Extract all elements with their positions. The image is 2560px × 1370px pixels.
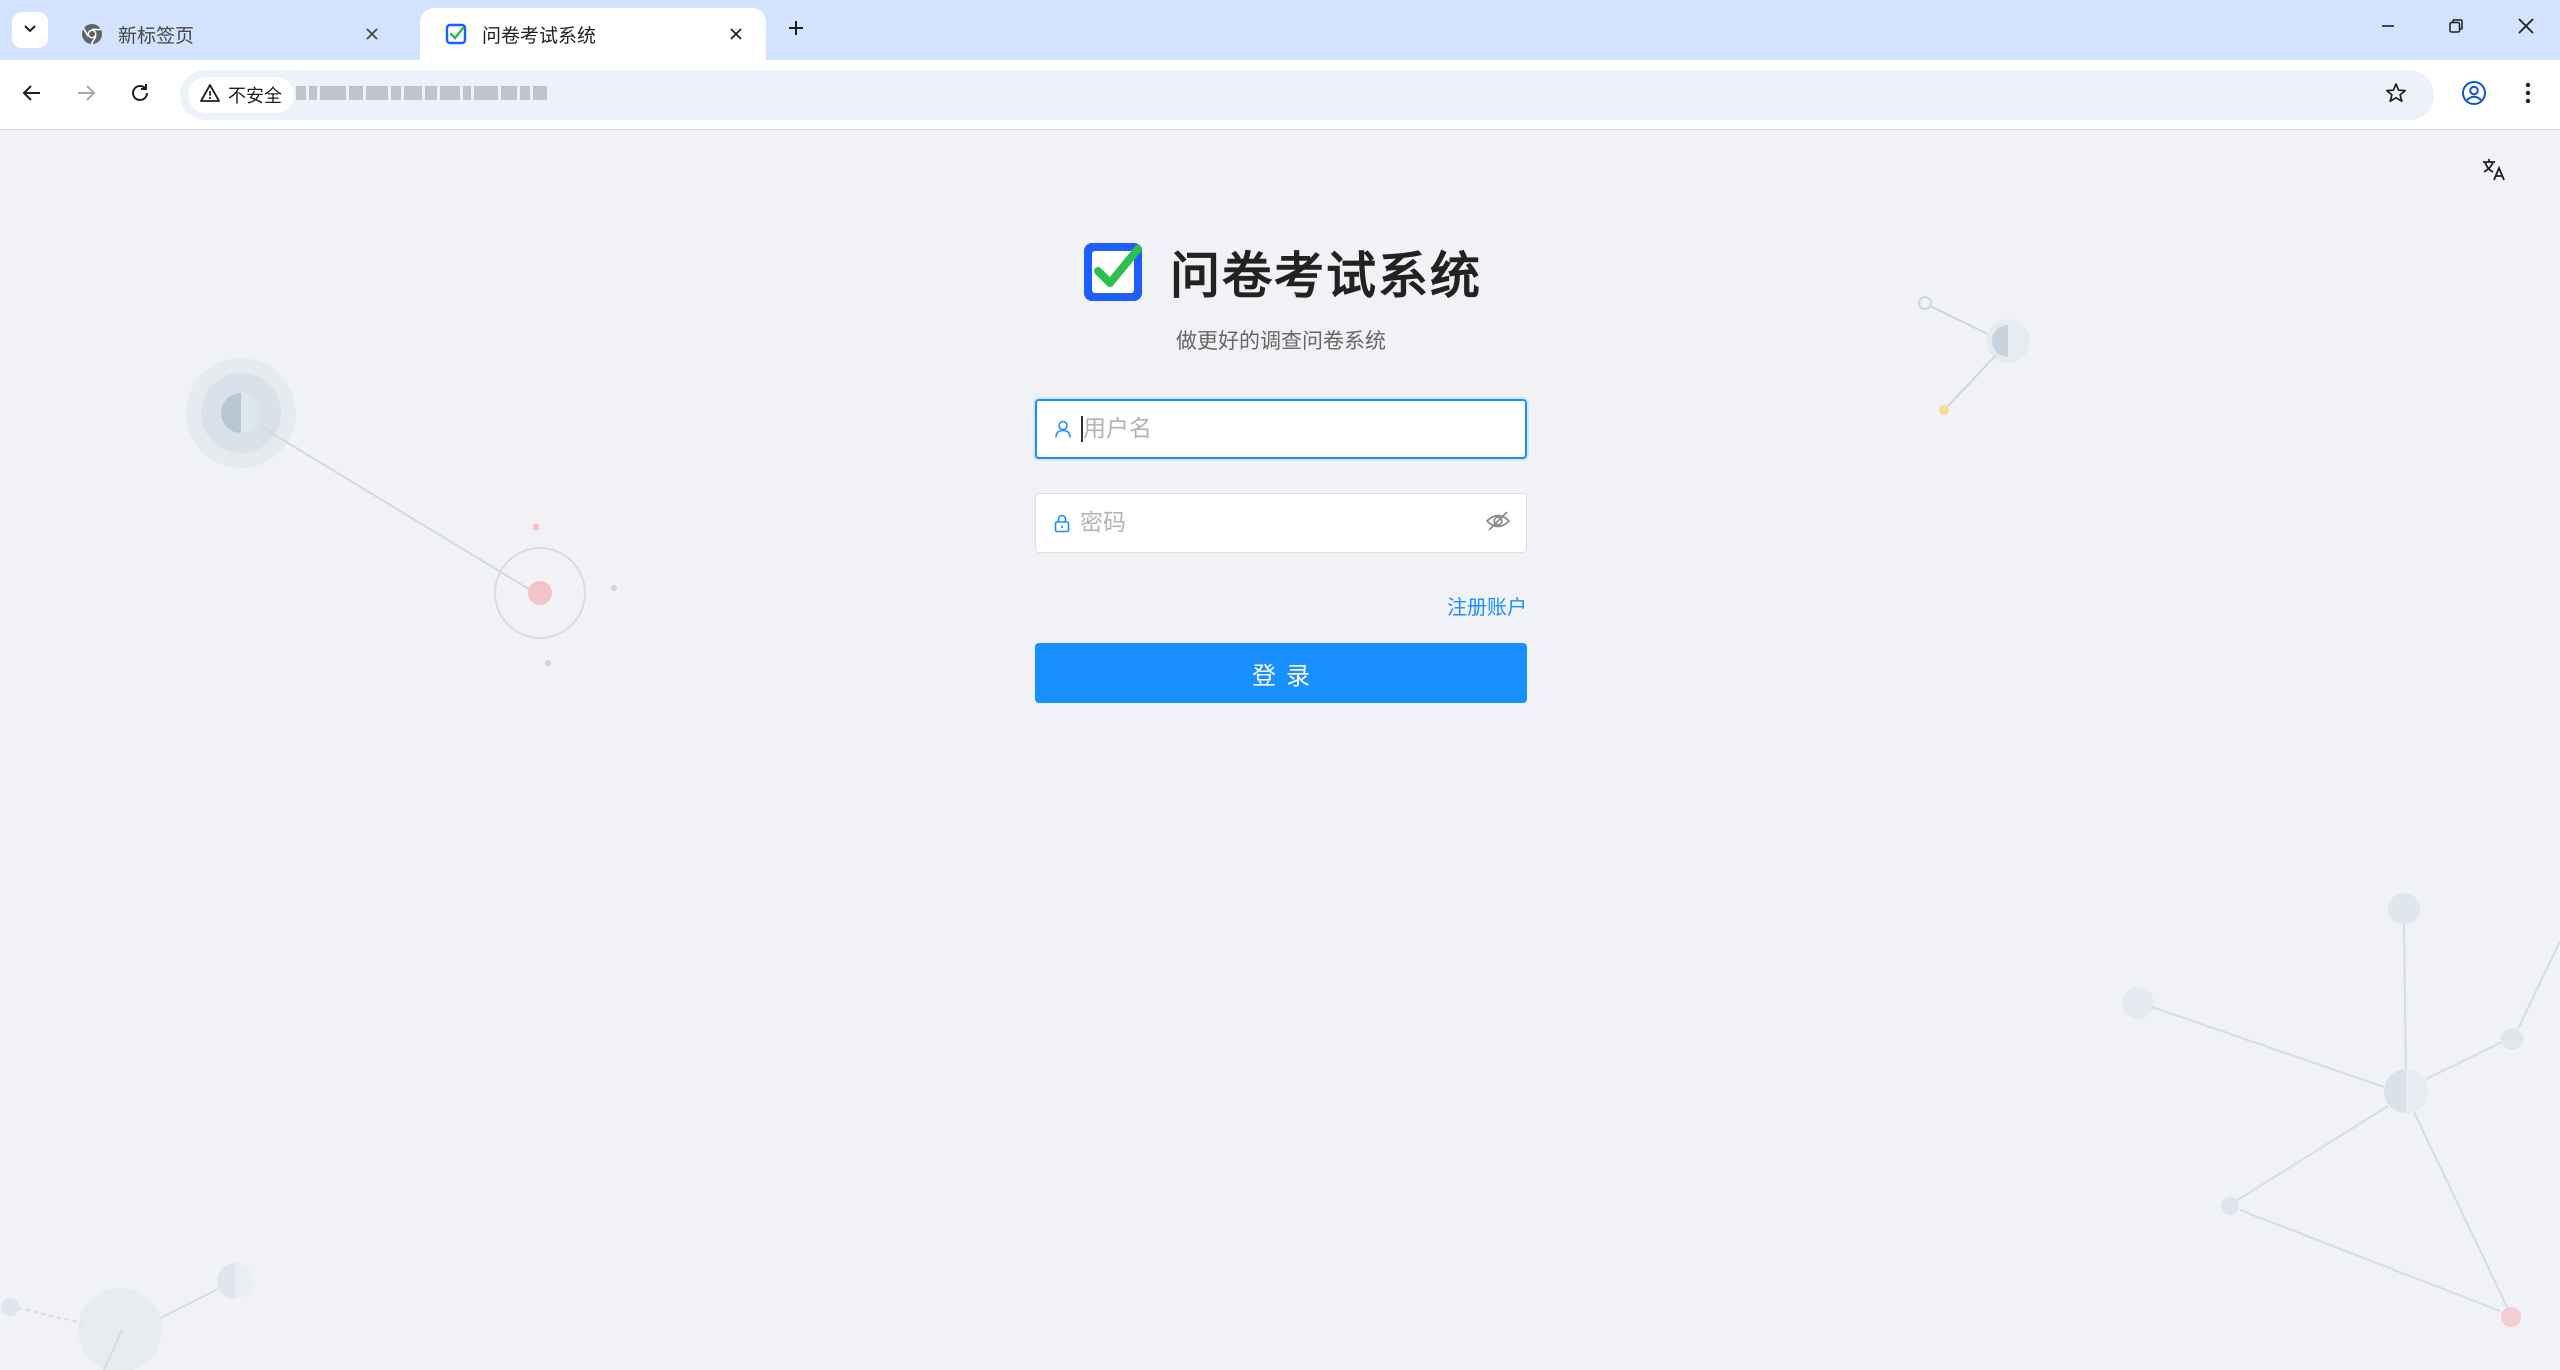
warning-icon [200, 83, 220, 107]
tab-title: 新标签页 [118, 24, 195, 47]
close-icon [2517, 17, 2535, 39]
restore-button[interactable] [2426, 8, 2486, 48]
questionnaire-logo-icon [1084, 243, 1142, 301]
login-panel: 问卷考试系统 做更好的调查问卷系统 用户名 注册账户 登录 [1035, 237, 1527, 703]
browser-toolbar: 不安全 [0, 60, 2560, 130]
tab-questionnaire[interactable]: 问卷考试系统 [420, 8, 766, 60]
chrome-icon [80, 22, 104, 46]
reload-icon [129, 82, 151, 108]
questionnaire-favicon [444, 22, 468, 46]
security-label: 不安全 [228, 86, 282, 107]
tab-new-tab[interactable]: 新标签页 [56, 8, 402, 60]
eye-off-icon [1485, 508, 1511, 538]
minimize-icon [2380, 18, 2396, 38]
url-text-redacted [296, 86, 547, 100]
back-arrow-icon [21, 82, 43, 108]
user-icon [1051, 417, 1075, 441]
tab-search-button[interactable] [12, 12, 48, 48]
chevron-down-icon [22, 20, 38, 40]
back-button[interactable] [12, 75, 52, 115]
app-title: 问卷考试系统 [1170, 247, 1482, 305]
login-page: 问卷考试系统 做更好的调查问卷系统 用户名 注册账户 登录 [0, 131, 2560, 1370]
password-field[interactable] [1035, 493, 1527, 553]
username-field[interactable] [1035, 399, 1527, 459]
translate-icon [2480, 155, 2508, 187]
bookmark-button[interactable] [2376, 75, 2416, 115]
star-icon [2385, 82, 2407, 108]
forward-button[interactable] [66, 75, 106, 115]
password-input[interactable] [1080, 494, 1478, 552]
forward-arrow-icon [75, 82, 97, 108]
plus-icon [787, 19, 805, 41]
profile-icon [2461, 80, 2487, 110]
brand-header: 问卷考试系统 [1035, 237, 1527, 307]
translate-button[interactable] [2476, 153, 2512, 189]
restore-icon [2448, 18, 2464, 38]
close-window-button[interactable] [2496, 8, 2556, 48]
new-tab-button[interactable] [780, 14, 812, 46]
security-indicator[interactable]: 不安全 [188, 77, 294, 113]
close-tab-icon[interactable] [722, 20, 750, 48]
username-input[interactable] [1083, 401, 1525, 457]
address-bar[interactable]: 不安全 [180, 70, 2434, 120]
tab-strip: 新标签页 问卷考试系统 [0, 0, 2560, 60]
profile-button[interactable] [2454, 75, 2494, 115]
login-button[interactable]: 登录 [1035, 643, 1527, 703]
toggle-password-visibility[interactable] [1478, 503, 1518, 543]
register-account-link[interactable]: 注册账户 [1035, 591, 1527, 619]
minimize-button[interactable] [2358, 8, 2418, 48]
lock-icon [1050, 511, 1074, 535]
app-subtitle: 做更好的调查问卷系统 [1176, 329, 1386, 353]
tab-title: 问卷考试系统 [482, 24, 597, 47]
reload-button[interactable] [120, 75, 160, 115]
browser-menu-button[interactable] [2508, 75, 2548, 115]
kebab-menu-icon [2525, 82, 2531, 108]
close-tab-icon[interactable] [358, 20, 386, 48]
